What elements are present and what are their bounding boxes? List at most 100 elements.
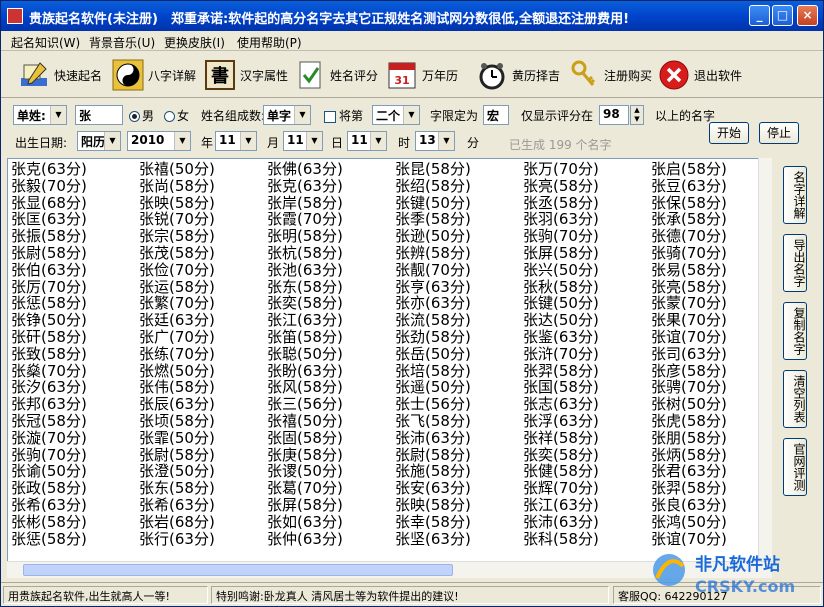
list-item[interactable]: 张毅(70分) bbox=[11, 177, 139, 195]
list-item[interactable]: 张笛(58分) bbox=[267, 329, 395, 346]
list-item[interactable]: 张达(50分) bbox=[523, 312, 651, 329]
calendar-button[interactable]: 31 万年历 bbox=[385, 56, 458, 94]
list-item[interactable]: 张池(63分) bbox=[267, 261, 395, 279]
list-item[interactable]: 张鉴(63分) bbox=[523, 329, 651, 346]
list-item[interactable]: 张志(63分) bbox=[523, 396, 651, 413]
list-item[interactable]: 张屏(58分) bbox=[267, 497, 395, 514]
list-item[interactable]: 张靓(70分) bbox=[395, 261, 523, 279]
list-item[interactable]: 张澄(50分) bbox=[139, 463, 267, 480]
menu-item-music[interactable]: 背景音乐(U) bbox=[89, 34, 155, 51]
list-item[interactable]: 张东(58分) bbox=[267, 278, 395, 296]
minute-select[interactable]: 13 ▼ bbox=[415, 131, 455, 151]
list-item[interactable]: 张仲(63分) bbox=[267, 530, 395, 548]
list-item[interactable]: 张国(58分) bbox=[523, 379, 651, 396]
list-item[interactable]: 张霞(70分) bbox=[267, 211, 395, 228]
list-item[interactable]: 张骋(70分) bbox=[651, 379, 771, 396]
list-item[interactable]: 张沛(63分) bbox=[395, 429, 523, 447]
list-item[interactable]: 张江(63分) bbox=[267, 312, 395, 329]
list-item[interactable]: 张君(63分) bbox=[651, 463, 771, 480]
name-count-select[interactable]: 单字 ▼ bbox=[263, 105, 311, 125]
menu-item-knowledge[interactable]: 起名知识(W) bbox=[11, 34, 80, 51]
list-item[interactable]: 张鸿(50分) bbox=[651, 513, 771, 531]
list-item[interactable]: 张江(63分) bbox=[523, 497, 651, 514]
surname-type-select[interactable]: 单姓: ▼ bbox=[13, 105, 67, 125]
list-item[interactable]: 张承(58分) bbox=[651, 211, 771, 228]
list-item[interactable]: 张浮(63分) bbox=[523, 413, 651, 430]
list-item[interactable]: 张羽(63分) bbox=[523, 211, 651, 228]
vertical-scrollbar[interactable] bbox=[758, 158, 772, 561]
list-item[interactable]: 张果(70分) bbox=[651, 312, 771, 329]
name-detail-button[interactable]: 名字详解 bbox=[783, 166, 807, 224]
list-item[interactable]: 张谊(70分) bbox=[651, 329, 771, 346]
list-item[interactable]: 张屏(58分) bbox=[523, 245, 651, 262]
copy-names-button[interactable]: 复制名字 bbox=[783, 302, 807, 360]
list-item[interactable]: 张尉(58分) bbox=[11, 245, 139, 262]
list-item[interactable]: 张飞(58分) bbox=[395, 413, 523, 430]
list-item[interactable]: 张霏(50分) bbox=[139, 429, 267, 447]
list-item[interactable]: 张树(50分) bbox=[651, 396, 771, 413]
list-item[interactable]: 张厉(70分) bbox=[11, 278, 139, 296]
list-item[interactable]: 张司(63分) bbox=[651, 345, 771, 363]
list-item[interactable]: 张映(58分) bbox=[139, 194, 267, 212]
list-item[interactable]: 张燊(70分) bbox=[11, 362, 139, 380]
list-item[interactable]: 张昆(58分) bbox=[395, 161, 523, 178]
list-item[interactable]: 张谕(50分) bbox=[11, 463, 139, 480]
list-item[interactable]: 张映(58分) bbox=[395, 497, 523, 514]
list-item[interactable]: 张虎(58分) bbox=[651, 413, 771, 430]
limit-input[interactable]: 宏 bbox=[483, 105, 509, 125]
list-item[interactable]: 张禧(50分) bbox=[139, 161, 267, 178]
list-item[interactable]: 张遥(50分) bbox=[395, 379, 523, 396]
list-item[interactable]: 张劲(58分) bbox=[395, 329, 523, 346]
list-item[interactable]: 张流(58分) bbox=[395, 312, 523, 329]
register-button[interactable]: 注册购买 bbox=[567, 56, 652, 94]
menu-item-skin[interactable]: 更换皮肤(I) bbox=[164, 34, 225, 51]
list-item[interactable]: 张铮(50分) bbox=[11, 312, 139, 329]
list-item[interactable]: 张科(58分) bbox=[523, 530, 651, 548]
scroll-thumb[interactable] bbox=[23, 564, 453, 576]
stop-button[interactable]: 停止 bbox=[759, 122, 799, 144]
list-item[interactable]: 张绍(58分) bbox=[395, 177, 523, 195]
start-button[interactable]: 开始 bbox=[709, 122, 749, 144]
minimize-button[interactable]: _ bbox=[749, 5, 770, 26]
list-item[interactable]: 张健(58分) bbox=[523, 463, 651, 480]
list-item[interactable]: 张茂(58分) bbox=[139, 245, 267, 262]
list-item[interactable]: 张聪(50分) bbox=[267, 345, 395, 363]
surname-input[interactable]: 张 bbox=[75, 105, 123, 125]
list-item[interactable]: 张启(58分) bbox=[651, 161, 771, 178]
list-item[interactable]: 张惩(58分) bbox=[11, 530, 139, 548]
list-item[interactable]: 张矸(58分) bbox=[11, 329, 139, 346]
list-item[interactable]: 张秋(58分) bbox=[523, 278, 651, 296]
list-item[interactable]: 张培(58分) bbox=[395, 362, 523, 380]
list-item[interactable]: 张谊(70分) bbox=[651, 530, 771, 548]
list-item[interactable]: 张亮(58分) bbox=[651, 278, 771, 296]
maximize-button[interactable]: □ bbox=[772, 5, 793, 26]
list-item[interactable]: 张炳(58分) bbox=[651, 446, 771, 464]
list-item[interactable]: 张辰(63分) bbox=[139, 396, 267, 413]
list-item[interactable]: 张运(58分) bbox=[139, 278, 267, 296]
list-item[interactable]: 张匡(63分) bbox=[11, 211, 139, 228]
list-item[interactable]: 张奕(58分) bbox=[523, 446, 651, 464]
list-item[interactable]: 张廷(63分) bbox=[139, 312, 267, 329]
list-item[interactable]: 张禧(50分) bbox=[267, 413, 395, 430]
list-item[interactable]: 张致(58分) bbox=[11, 345, 139, 363]
list-item[interactable]: 张坚(63分) bbox=[395, 530, 523, 548]
day-select[interactable]: 11 ▼ bbox=[283, 131, 323, 151]
list-item[interactable]: 张羿(58分) bbox=[523, 362, 651, 380]
list-item[interactable]: 张邦(63分) bbox=[11, 396, 139, 413]
list-item[interactable]: 张行(63分) bbox=[139, 530, 267, 548]
list-item[interactable]: 张尉(58分) bbox=[139, 446, 267, 464]
list-item[interactable]: 张易(58分) bbox=[651, 261, 771, 279]
list-item[interactable]: 张谡(50分) bbox=[267, 463, 395, 480]
list-item[interactable]: 张风(58分) bbox=[267, 379, 395, 396]
list-item[interactable]: 张沛(63分) bbox=[523, 513, 651, 531]
list-item[interactable]: 张安(63分) bbox=[395, 480, 523, 497]
list-item[interactable]: 张振(58分) bbox=[11, 228, 139, 245]
year-select[interactable]: 2010 ▼ bbox=[127, 131, 191, 151]
list-item[interactable]: 张良(63分) bbox=[651, 497, 771, 514]
list-item[interactable]: 张俭(70分) bbox=[139, 261, 267, 279]
list-item[interactable]: 张兴(50分) bbox=[523, 261, 651, 279]
list-item[interactable]: 张幸(58分) bbox=[395, 513, 523, 531]
hour-day-select[interactable]: 11 ▼ bbox=[347, 131, 387, 151]
list-item[interactable]: 张伯(63分) bbox=[11, 261, 139, 279]
score-input[interactable]: 98 bbox=[599, 105, 629, 125]
